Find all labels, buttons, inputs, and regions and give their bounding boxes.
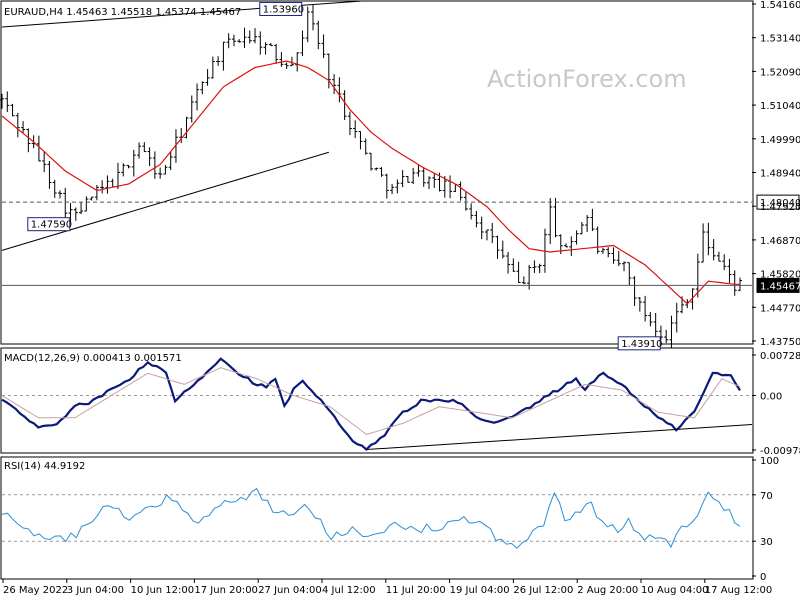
y-tick-label: 1.51040 xyxy=(760,101,800,112)
svg-text:1.45467: 1.45467 xyxy=(760,281,800,292)
y-tick-label: 1.52090 xyxy=(760,67,800,78)
x-tick-label: 3 Jun 04:00 xyxy=(67,585,124,596)
x-tick-label: 19 Jul 04:00 xyxy=(450,585,510,596)
price-annotation: 1.47590 xyxy=(27,217,72,232)
x-tick-label: 26 May 2022 xyxy=(3,585,68,596)
rsi-y-tick-label: 100 xyxy=(760,456,779,467)
rsi-y-tick-label: 0 xyxy=(760,572,766,583)
price-panel-title: EURAUD,H4 1.45463 1.45518 1.45374 1.4546… xyxy=(4,7,241,18)
rsi-y-tick-label: 70 xyxy=(760,491,773,502)
y-tick-label: 1.48940 xyxy=(760,169,800,180)
y-tick-label: 1.54160 xyxy=(760,0,800,11)
rsi-panel-title: RSI(14) 44.9192 xyxy=(4,461,85,472)
svg-text:1.47590: 1.47590 xyxy=(31,220,72,231)
y-tick-label: 1.46870 xyxy=(760,236,800,247)
macd-panel-title: MACD(12,26,9) 0.000413 0.001571 xyxy=(4,353,182,364)
x-tick-label: 26 Jul 12:00 xyxy=(513,585,573,596)
y-tick-label: 1.47920 xyxy=(760,202,800,213)
price-annotation: 1.43910 xyxy=(617,336,663,351)
y-tick-label: 1.45820 xyxy=(760,270,800,281)
macd-y-tick-label: 0.007282 xyxy=(760,351,800,362)
svg-text:1.43910: 1.43910 xyxy=(621,339,662,350)
chart: ActionForex.com 1.53960 1.47590 1.43910 1.… xyxy=(0,0,800,596)
x-tick-label: 10 Aug 04:00 xyxy=(641,585,708,596)
rsi-panel xyxy=(0,456,754,580)
svg-text:1.53960: 1.53960 xyxy=(263,4,304,15)
x-tick-label: 2 Aug 20:00 xyxy=(577,585,638,596)
x-tick-label: 10 Jun 12:00 xyxy=(131,585,195,596)
y-tick-label: 1.53140 xyxy=(760,34,800,45)
y-tick-label: 1.44770 xyxy=(760,303,800,314)
macd-y-tick-label: 0.00 xyxy=(760,392,782,403)
y-tick-label: 1.43750 xyxy=(760,337,800,348)
x-tick-label: 11 Jul 20:00 xyxy=(386,585,446,596)
watermark: ActionForex.com xyxy=(487,65,687,93)
x-tick-label: 4 Jul 12:00 xyxy=(322,585,376,596)
x-tick-label: 17 Jun 20:00 xyxy=(194,585,258,596)
price-panel xyxy=(0,0,754,345)
y-tick-label: 1.49990 xyxy=(760,135,800,146)
x-tick-label: 17 Aug 12:00 xyxy=(705,585,772,596)
x-tick-label: 27 Jun 04:00 xyxy=(258,585,322,596)
rsi-y-tick-label: 30 xyxy=(760,537,773,548)
price-annotation: 1.53960 xyxy=(259,1,304,16)
